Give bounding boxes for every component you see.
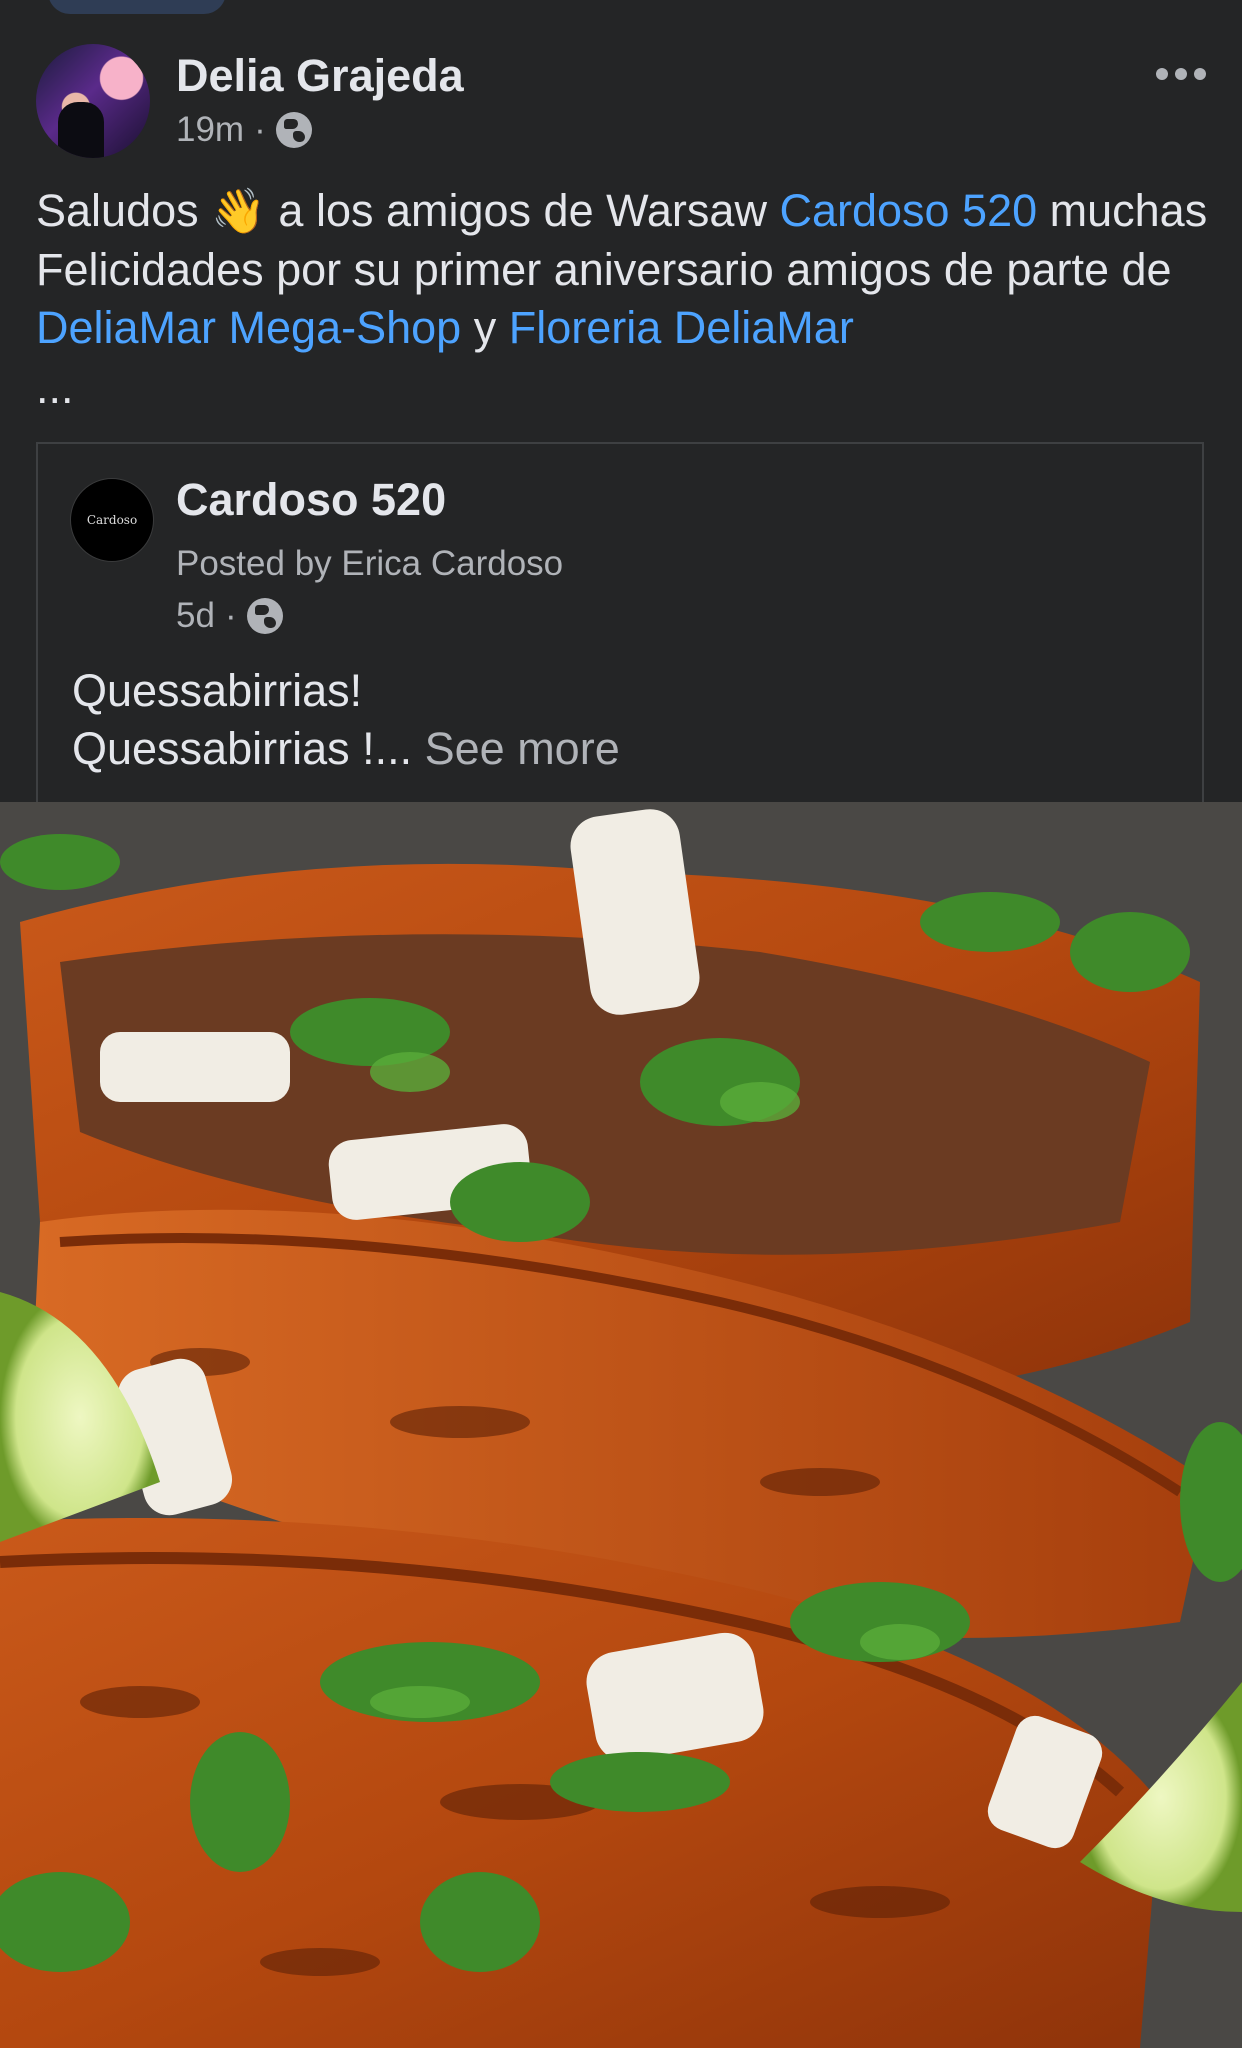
- post-meta: 19m ·: [176, 110, 312, 150]
- shared-post-text: Quessabirrias! Quessabirrias !... See mo…: [72, 662, 620, 778]
- author-name[interactable]: Delia Grajeda: [176, 50, 464, 102]
- top-pill[interactable]: [48, 0, 226, 14]
- post-time[interactable]: 19m: [176, 110, 244, 150]
- shared-posted-by: Posted by Erica Cardoso: [176, 544, 564, 583]
- post-text: Saludos 👋 a los amigos de Warsaw Cardoso…: [36, 182, 1216, 357]
- see-more-link[interactable]: See more: [412, 723, 620, 774]
- mention-cardoso-520[interactable]: Cardoso 520: [779, 185, 1037, 236]
- shared-post[interactable]: Cardoso Cardoso 520 Posted by Erica Card…: [36, 442, 1204, 802]
- post-photo[interactable]: [0, 802, 1242, 2048]
- shared-meta-separator: ·: [224, 596, 237, 635]
- mention-deliamar-mega-shop[interactable]: DeliaMar Mega-Shop: [36, 302, 461, 353]
- post-truncation[interactable]: ...: [36, 362, 74, 414]
- post-text-mid3: y: [461, 302, 509, 353]
- shared-post-meta: 5d ·: [176, 596, 283, 636]
- quesabirria-photo: [0, 802, 1242, 2048]
- shared-page-avatar[interactable]: Cardoso: [70, 478, 154, 562]
- shared-text-line2: Quessabirrias !...: [72, 723, 413, 774]
- shared-text-line1: Quessabirrias!: [72, 665, 363, 716]
- globe-icon[interactable]: [275, 112, 312, 148]
- post-text-mid1: a los amigos de Warsaw: [265, 185, 780, 236]
- meta-separator: ·: [254, 110, 266, 149]
- post-text-start: Saludos: [36, 185, 212, 236]
- waving-hand-emoji: 👋: [211, 187, 266, 236]
- shared-page-name[interactable]: Cardoso 520: [176, 474, 446, 526]
- post-header: Delia Grajeda 19m ·: [36, 44, 1206, 160]
- mention-floreria-deliamar[interactable]: Floreria DeliaMar: [509, 302, 854, 353]
- author-avatar[interactable]: [36, 44, 150, 158]
- shared-post-time[interactable]: 5d: [176, 596, 215, 636]
- globe-icon: [246, 598, 283, 634]
- shared-avatar-text: Cardoso: [86, 513, 138, 527]
- more-horizontal-icon[interactable]: [1156, 68, 1206, 82]
